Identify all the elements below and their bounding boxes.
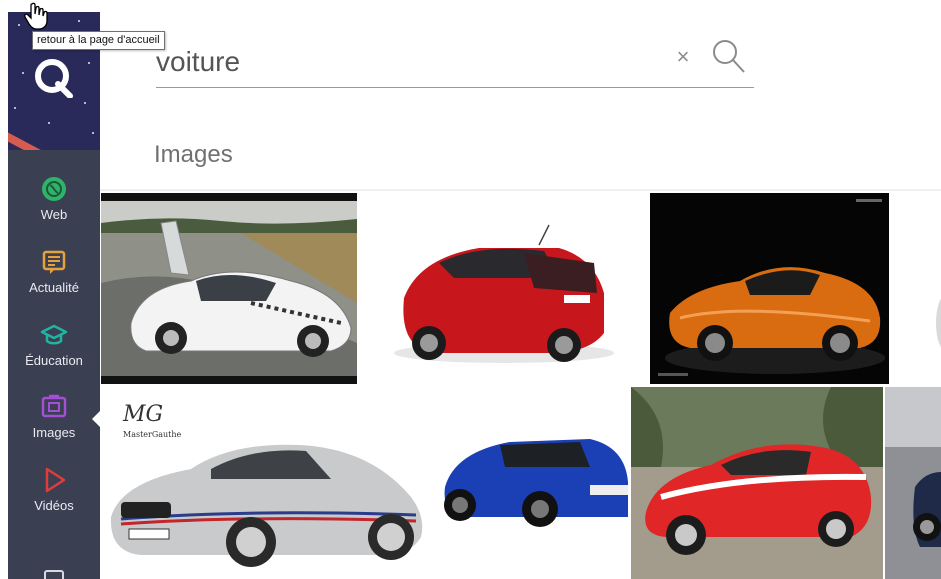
globe-icon bbox=[42, 177, 66, 201]
sidebar-item-news[interactable]: Actualité bbox=[8, 248, 100, 320]
news-icon bbox=[42, 250, 66, 274]
image-result-orange-mclaren[interactable] bbox=[650, 193, 889, 384]
image-result-partial[interactable] bbox=[891, 193, 941, 384]
image-icon bbox=[41, 394, 67, 418]
active-indicator bbox=[92, 411, 100, 427]
search-icon[interactable] bbox=[708, 36, 748, 76]
blue-vw-icon bbox=[440, 387, 628, 579]
image-result-silver-bmw[interactable]: MG MasterGauthe bbox=[101, 387, 437, 579]
sidebar-item-videos[interactable]: Vidéos bbox=[8, 466, 100, 538]
search-bar: × bbox=[156, 36, 754, 88]
red-viper-icon bbox=[631, 387, 883, 579]
watermark-logo: MG bbox=[122, 402, 163, 427]
silver-bmw-icon: MG MasterGauthe bbox=[101, 387, 437, 579]
sidebar: Web Actualité Éducation Images Vidéos bbox=[8, 12, 100, 579]
sidebar-item-education[interactable]: Éducation bbox=[8, 321, 100, 393]
car-image-partial-icon bbox=[891, 193, 941, 384]
section-divider bbox=[100, 189, 941, 191]
red-peugeot-icon bbox=[359, 193, 648, 384]
sidebar-item-label: Vidéos bbox=[34, 498, 74, 513]
image-result-partial-2[interactable] bbox=[885, 387, 941, 579]
image-result-red-viper[interactable] bbox=[631, 387, 883, 579]
graduation-cap-icon bbox=[40, 324, 68, 345]
sidebar-item-label: Actualité bbox=[29, 280, 79, 295]
sidebar-item-images[interactable]: Images bbox=[8, 393, 100, 465]
qwant-logo-icon bbox=[35, 59, 73, 98]
tooltip: retour à la page d'accueil bbox=[32, 31, 165, 50]
image-result-blue-vw[interactable] bbox=[440, 387, 628, 579]
sidebar-item-label: Images bbox=[32, 425, 76, 440]
sidebar-item-web[interactable]: Web bbox=[8, 175, 100, 247]
more-icon[interactable] bbox=[44, 570, 64, 579]
sidebar-item-label: Web bbox=[40, 207, 68, 222]
app-window: Web Actualité Éducation Images Vidéos re… bbox=[0, 0, 941, 579]
play-icon bbox=[45, 467, 66, 493]
pencil-decoration bbox=[8, 132, 61, 150]
orange-mclaren-icon bbox=[650, 193, 889, 384]
watermark-subtitle: MasterGauthe bbox=[123, 430, 182, 439]
car-image-partial-icon bbox=[885, 387, 941, 579]
search-input[interactable] bbox=[156, 42, 656, 82]
sidebar-item-label: Éducation bbox=[25, 353, 83, 368]
section-title: Images bbox=[154, 141, 233, 168]
image-result-red-peugeot[interactable] bbox=[359, 193, 648, 384]
image-result-white-porsche[interactable] bbox=[101, 193, 357, 384]
clear-search-button[interactable]: × bbox=[672, 46, 694, 68]
white-porsche-icon bbox=[101, 193, 357, 384]
hand-cursor-icon bbox=[24, 2, 48, 30]
